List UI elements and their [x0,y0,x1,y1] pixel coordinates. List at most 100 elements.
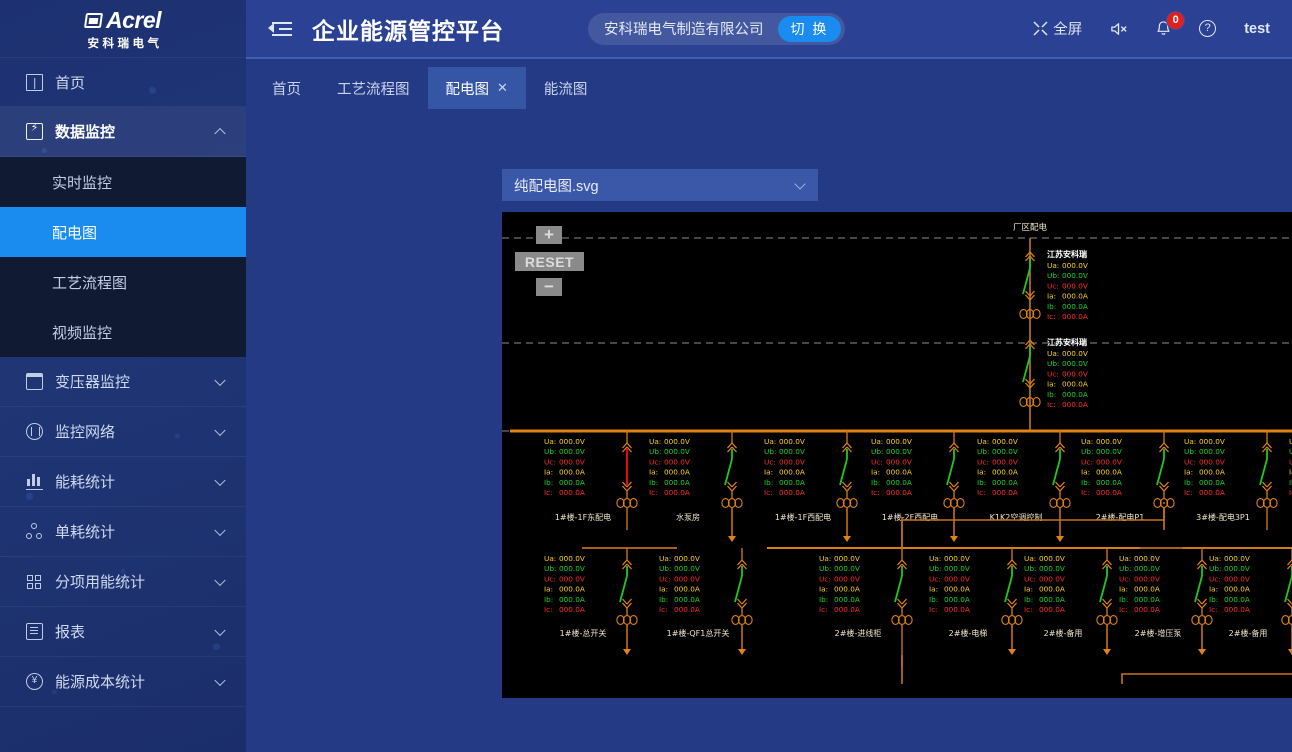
load-arrow-icon [950,508,958,542]
outgoing-node[interactable]: Ua:000.0VUb:000.0VUc:000.0VIa:000.0AIb:0… [929,548,1022,655]
reading-key: Ic: [764,488,773,497]
tab-distribution-diagram[interactable]: 配电图 ✕ [428,67,526,109]
outgoing-node[interactable]: Ua:000.0VUb:000.0VUc:000.0VIa:000.0AIb:0… [659,548,752,655]
switch-blade-open [1100,576,1107,602]
switch-symbol-open[interactable] [1195,560,1207,608]
outgoing-label: 1#楼-QF1总开关 [667,628,730,638]
reading-value: 000.0V [1062,359,1088,368]
reading-value: 000.0V [674,554,700,563]
switch-symbol-open[interactable] [947,443,959,491]
switch-symbol-open[interactable] [735,560,747,608]
zoom-in-button[interactable]: + [536,226,562,244]
switch-symbol-open[interactable] [895,560,907,608]
reading-key: Ub: [977,447,989,456]
reading-key: Uc: [1184,457,1196,466]
switch-symbol-open[interactable] [1260,443,1272,491]
sidebar-item-subitem-energy[interactable]: 分项用能统计 [0,557,246,607]
help-circle-icon[interactable]: ? [1199,20,1216,37]
tab-label: 工艺流程图 [337,78,410,99]
switch-company-button[interactable]: 切 换 [778,16,842,42]
sidebar-item-monitoring-network[interactable]: 监控网络 [0,407,246,457]
reading-key: Ua: [1184,437,1196,446]
sidebar-subitem-video-monitoring[interactable]: 视频监控 [0,307,246,357]
feeder-node[interactable]: Ua:000.0VUb:000.0VUc:000.0VIa:000.0AIb:0… [544,431,637,530]
switch-symbol-open[interactable] [1100,560,1112,608]
switch-symbol-open[interactable] [1053,443,1065,491]
reading-value: 000.0A [834,585,860,594]
outgoing-node[interactable]: Ua:000.0VUb:000.0VUc:000.0VIa:000.0AIb:0… [819,548,912,667]
switch-symbol-open[interactable] [1023,252,1035,300]
feeder-node[interactable]: Ua:000.0VUb:000.0VUc:000.0VIa:000.0AIb:0… [977,431,1070,542]
reading-value: 000.0A [1134,595,1160,604]
zoom-reset-button[interactable]: RESET [515,252,584,271]
sidebar-item-data-monitoring[interactable]: 数据监控 [0,107,246,157]
zoom-out-button[interactable]: − [536,278,562,296]
reading-key: Ib: [1047,302,1056,311]
reading-key: Ua: [929,554,941,563]
feeder-node[interactable]: Ua:000.0VUb:000.0VUc:000.0VIa:000.0AIb:0… [1184,431,1277,530]
tab-energy-flow[interactable]: 能流图 [526,67,606,109]
reading-key: Uc: [977,457,989,466]
reading-value: 000.0A [1134,605,1160,614]
switch-symbol-closed[interactable] [623,443,632,491]
outgoing-node[interactable]: Ua:000.0VUb:000.0VUc:000.0VIa:000.0AIb:0… [544,548,637,655]
reading-value: 000.0V [1039,574,1065,583]
switch-symbol-open[interactable] [1005,560,1017,608]
username-label[interactable]: test [1244,21,1270,37]
sidebar-subitem-process-flow[interactable]: 工艺流程图 [0,257,246,307]
load-arrow-icon [728,508,736,542]
sidebar-item-unit-consumption[interactable]: 单耗统计 [0,507,246,557]
reading-key: Ia: [544,468,553,477]
mute-button[interactable] [1110,21,1128,37]
reading-value: 000.0A [559,468,585,477]
feeder-node[interactable]: Ua:000.0VUb:000.0VUc:000.0VIa:000.0AIb:0… [871,431,964,542]
reading-key: Ib: [977,478,986,487]
reading-value: 000.0A [834,605,860,614]
sidebar-subitem-distribution-diagram[interactable]: 配电图 [0,207,246,257]
reading-value: 000.0A [1062,292,1088,301]
reading-value: 000.0V [834,554,860,563]
switch-symbol-open[interactable] [1023,340,1035,388]
reading-value: 000.0A [834,595,860,604]
switch-symbol-open[interactable] [620,560,632,608]
sidebar-item-transformer-monitoring[interactable]: 变压器监控 [0,357,246,407]
sidebar-item-home[interactable]: 首页 [0,57,246,107]
tab-process-flow[interactable]: 工艺流程图 [319,67,428,109]
reading-key: Ib: [1119,595,1128,604]
notifications-button[interactable]: 0 [1156,20,1171,37]
sidebar-item-energy-cost[interactable]: 能源成本统计 [0,657,246,707]
outgoing-label: 2#楼-进线柜 [835,628,882,638]
feeder-node[interactable]: Ua:000.0VUb:000.0VUc:000.0VIa:000.0AIb:0… [764,431,857,542]
fullscreen-button[interactable]: 全屏 [1033,18,1082,39]
meter-readings-group: Ua:000.0VUb:000.0VUc:000.0VIa:000.0AIb:0… [544,554,585,614]
reading-value: 000.0A [664,478,690,487]
switch-blade-open [735,576,742,602]
reading-key: Ia: [1024,585,1033,594]
reading-key: Ic: [1047,400,1056,409]
switch-symbol-open[interactable] [840,443,852,491]
sound-muted-icon [1110,21,1128,37]
distribution-diagram-canvas[interactable]: + RESET − 厂区配电江苏安科瑞Ua:000.0VUb:000.0VUc:… [502,212,1292,698]
reading-value: 000.0A [674,595,700,604]
outgoing-node[interactable]: Ua:000.0VUb:000.0VUc:000.0VIa:000.0AIb:0… [1119,548,1212,655]
sidebar-subitem-label: 视频监控 [52,322,112,343]
sidebar-subitem-realtime-monitoring[interactable]: 实时监控 [0,157,246,207]
collapse-menu-icon[interactable] [268,19,292,39]
sidebar-item-reports[interactable]: 报表 [0,607,246,657]
diagram-file-select[interactable]: 纯配电图.svg [502,169,818,201]
switch-symbol-open[interactable] [1157,443,1169,491]
outgoing-node[interactable]: Ua:000.0VUb:000.0VUc:000.0VIa:000.0AIb:0… [1024,548,1117,655]
switch-symbol-open[interactable] [725,443,737,491]
outgoing-node[interactable]: Ua:000.0VUb:000.0VUc:000.0VIa:000.0AIb:0… [1209,548,1292,655]
feeder-node[interactable]: Ua:000.0VUb:000.0VUc:000.0VIa:000.0AIb:0… [1081,431,1174,530]
sidebar-item-energy-statistics[interactable]: 能耗统计 [0,457,246,507]
tab-home[interactable]: 首页 [254,67,319,109]
switch-symbol-open[interactable] [1285,560,1292,608]
reading-key: Ia: [1119,585,1128,594]
reading-key: Ib: [764,478,773,487]
reading-key: Ub: [649,447,661,456]
close-icon[interactable]: ✕ [497,80,508,96]
feeder-node[interactable]: Ua:000.0VUb:000.0VUc:000.0VIa:000.0AIb:0… [649,431,742,542]
ct-ring [1288,616,1292,625]
reading-value: 000.0V [992,457,1018,466]
